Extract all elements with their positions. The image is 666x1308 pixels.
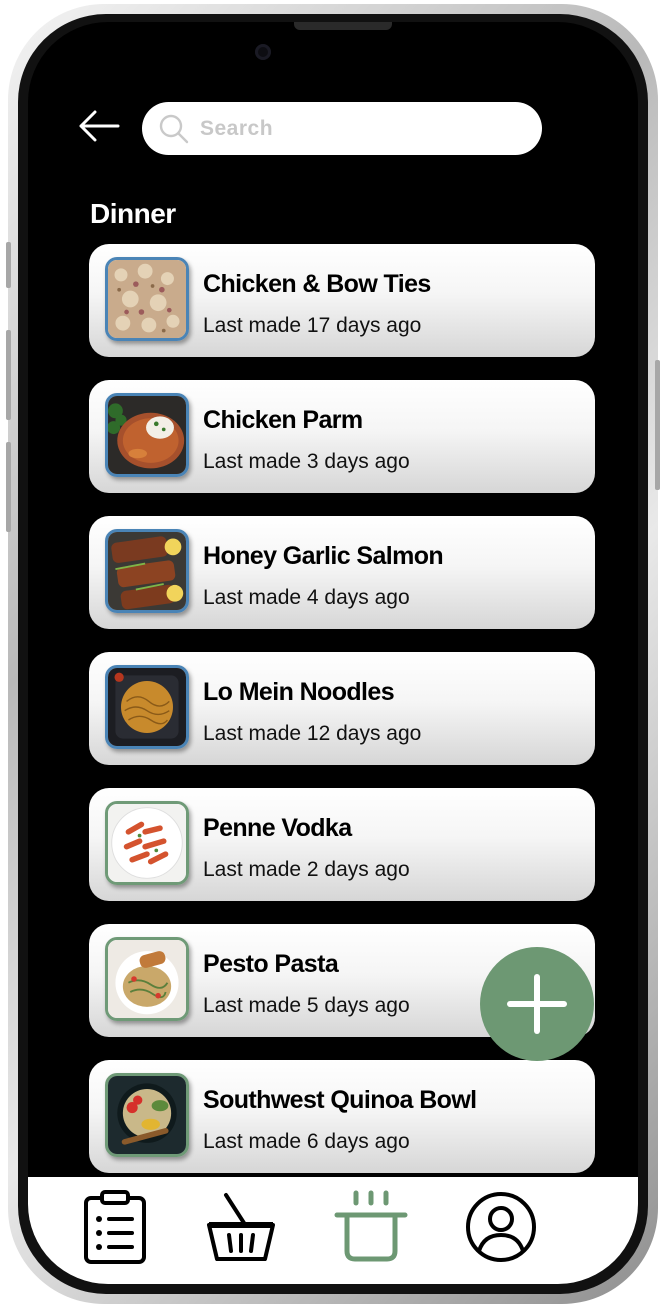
arrow-left-icon (79, 110, 120, 142)
recipe-name: Southwest Quinoa Bowl (203, 1086, 477, 1114)
recipe-card[interactable]: Chicken & Bow Ties Last made 17 days ago (89, 244, 595, 357)
recipe-last-made: Last made 4 days ago (203, 586, 410, 609)
plus-icon (507, 974, 567, 1034)
action-button (6, 242, 11, 288)
shopping-basket-icon (207, 1193, 275, 1261)
recipe-name: Pesto Pasta (203, 950, 339, 978)
power-button (655, 360, 660, 490)
front-camera (255, 44, 271, 60)
recipe-card[interactable]: Chicken Parm Last made 3 days ago (89, 380, 595, 493)
recipe-last-made: Last made 2 days ago (203, 858, 410, 881)
recipe-last-made: Last made 12 days ago (203, 722, 422, 745)
app-screen: Dinner Chicken & Bow Ties Last made 17 d… (28, 22, 638, 1284)
recipe-photo (105, 937, 189, 1021)
search-icon (159, 114, 189, 143)
recipe-card[interactable]: Penne Vodka Last made 2 days ago (89, 788, 595, 901)
clipboard-list-icon (84, 1190, 146, 1264)
recipe-name: Penne Vodka (203, 814, 352, 842)
cooking-pot-icon (334, 1190, 408, 1262)
speaker-grille (294, 22, 392, 30)
user-profile-icon (466, 1192, 536, 1262)
recipe-last-made: Last made 17 days ago (203, 314, 422, 337)
tab-lists[interactable] (78, 1189, 152, 1265)
recipe-last-made: Last made 6 days ago (203, 1130, 410, 1153)
recipe-last-made: Last made 5 days ago (203, 994, 410, 1017)
recipe-photo (105, 529, 189, 613)
recipe-photo (105, 1073, 189, 1157)
search-bar[interactable] (142, 102, 542, 155)
tab-recipes[interactable] (334, 1189, 408, 1265)
recipe-photo (105, 665, 189, 749)
recipe-photo (105, 393, 189, 477)
volume-up-button (6, 330, 11, 420)
recipe-card[interactable]: Lo Mein Noodles Last made 12 days ago (89, 652, 595, 765)
recipe-name: Chicken Parm (203, 406, 363, 434)
recipe-card[interactable]: Southwest Quinoa Bowl Last made 6 days a… (89, 1060, 595, 1173)
recipe-name: Lo Mein Noodles (203, 678, 395, 706)
recipe-photo (105, 801, 189, 885)
recipe-last-made: Last made 3 days ago (203, 450, 410, 473)
section-title: Dinner (90, 198, 176, 229)
volume-down-button (6, 442, 11, 532)
bottom-tab-bar (28, 1177, 638, 1284)
add-recipe-button[interactable] (480, 947, 594, 1061)
tab-profile[interactable] (464, 1189, 538, 1265)
recipe-name: Honey Garlic Salmon (203, 542, 444, 570)
recipe-name: Chicken & Bow Ties (203, 270, 431, 298)
tab-shopping[interactable] (204, 1189, 278, 1265)
recipe-photo (105, 257, 189, 341)
back-button[interactable] (76, 108, 120, 144)
recipe-card[interactable]: Honey Garlic Salmon Last made 4 days ago (89, 516, 595, 629)
search-input[interactable] (198, 115, 522, 142)
